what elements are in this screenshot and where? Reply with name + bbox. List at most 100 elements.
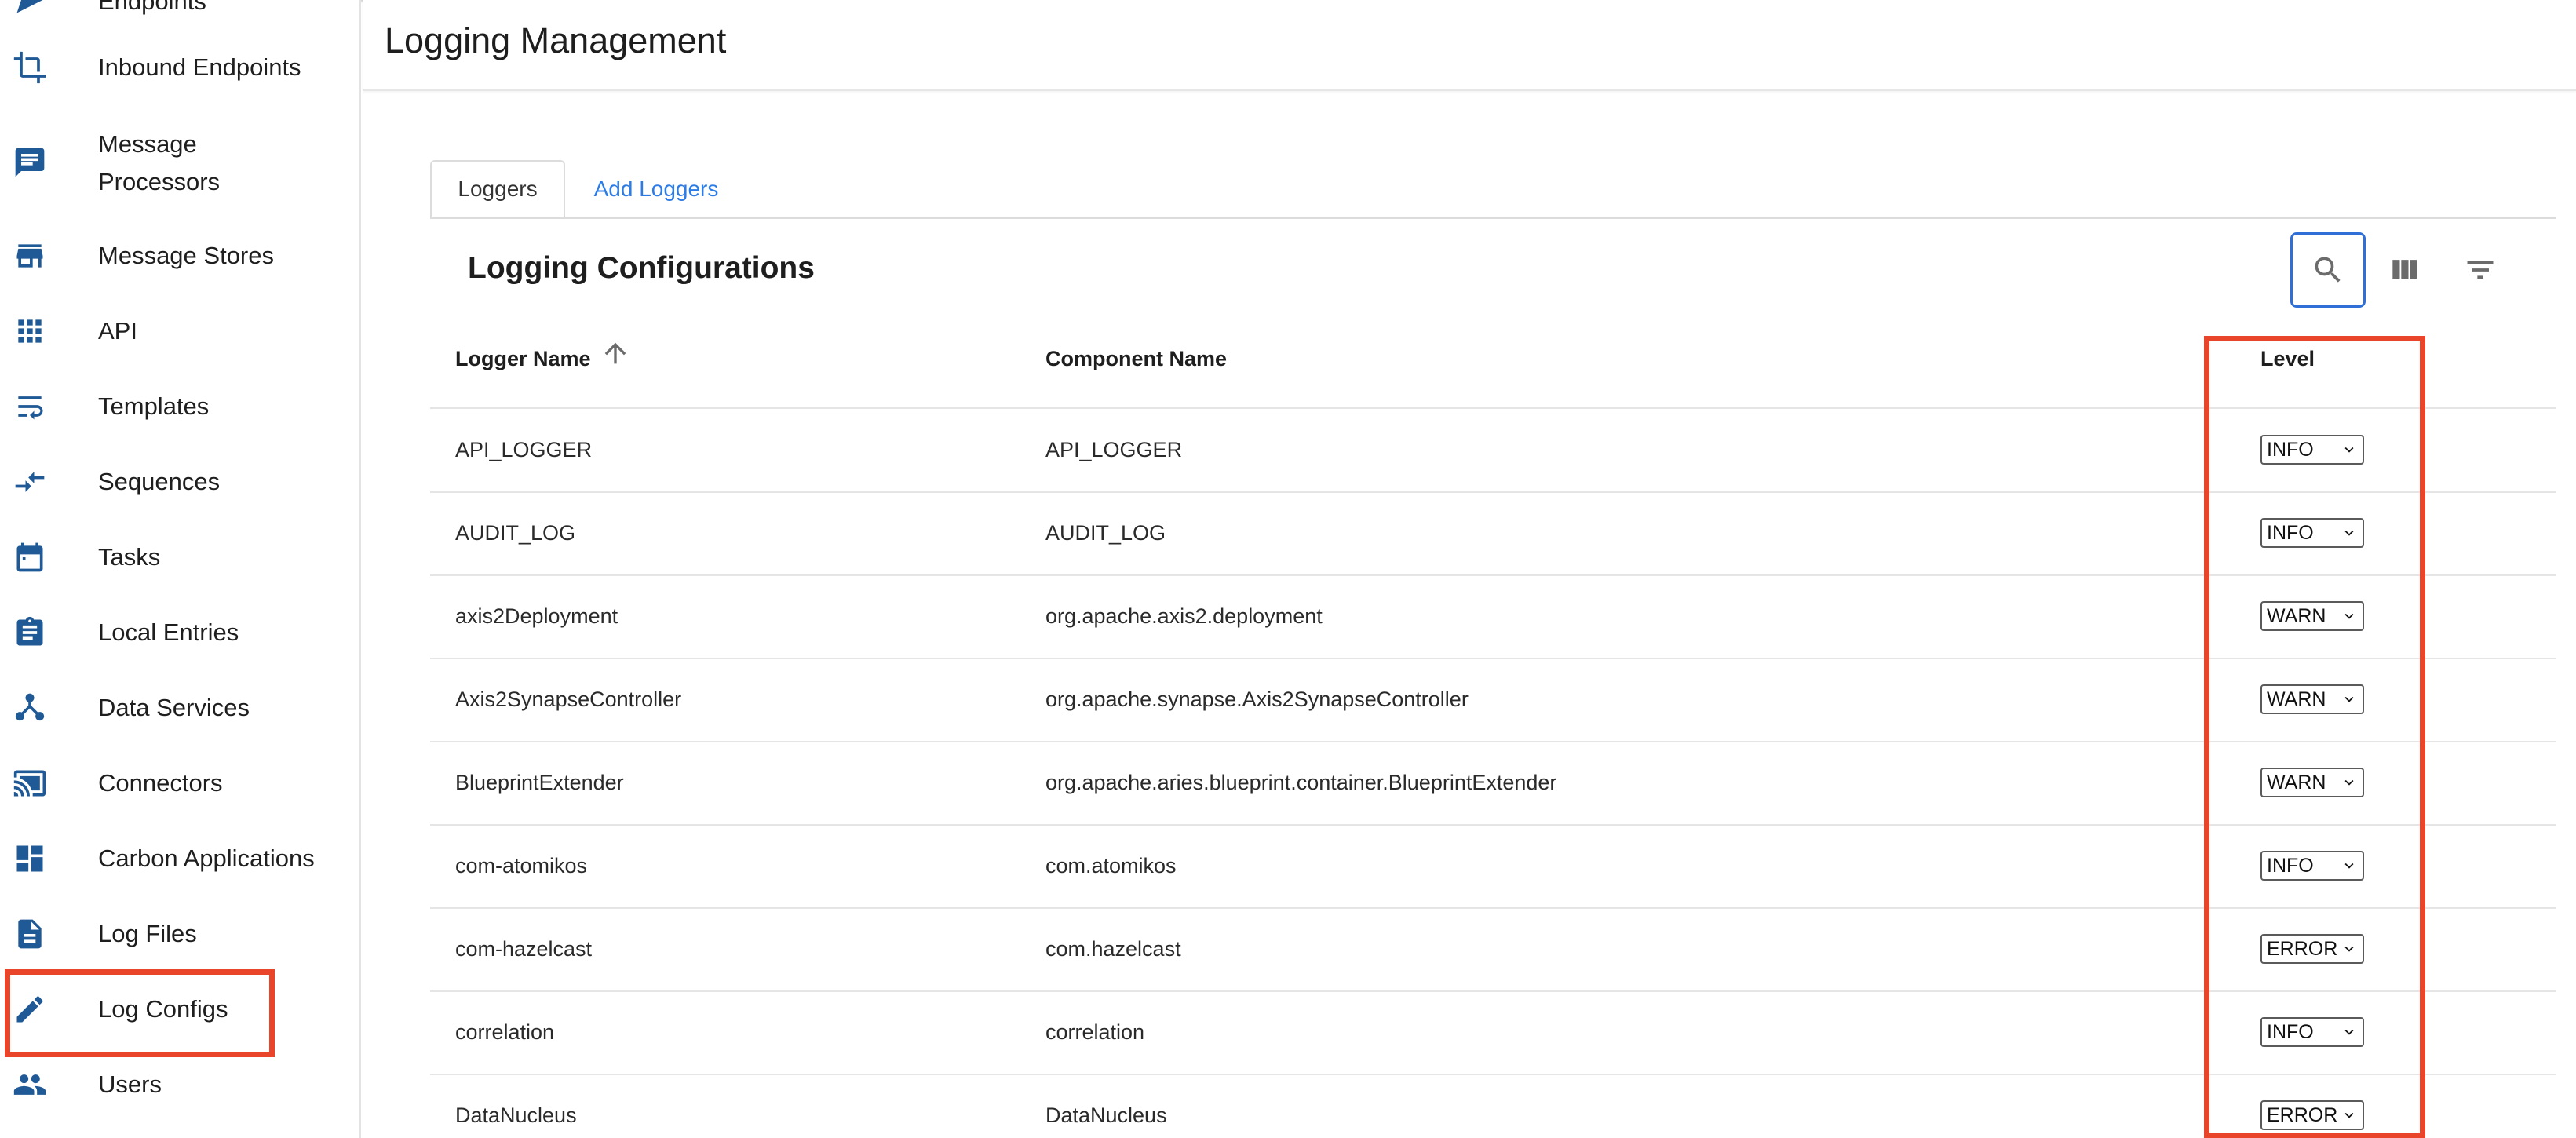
row-divider (430, 658, 2556, 659)
cell-logger-name: axis2Deployment (455, 604, 618, 628)
chevron-down-icon (2341, 774, 2358, 791)
sort-ascending-icon[interactable] (600, 336, 631, 370)
clipboard-icon (13, 615, 47, 650)
chevron-down-icon (2341, 857, 2358, 874)
cell-component-name: AUDIT_LOG (1045, 521, 1166, 545)
sidebar-item-label: Inbound Endpoints (98, 53, 301, 81)
level-select[interactable]: INFO (2260, 851, 2364, 881)
chevron-down-icon (2341, 1107, 2358, 1124)
sidebar-item-label: Sequences (98, 468, 221, 495)
hub-icon (13, 691, 47, 725)
section-title: Logging Configurations (468, 251, 815, 285)
sidebar-item-data-services[interactable]: Data Services (0, 689, 359, 727)
row-divider (430, 491, 2556, 493)
sidebar-item-local-entries[interactable]: Local Entries (0, 614, 359, 651)
level-value: INFO (2267, 854, 2314, 877)
level-select[interactable]: INFO (2260, 518, 2364, 548)
row-divider (430, 1074, 2556, 1075)
sidebar-item-label: Templates (98, 392, 210, 420)
cast-icon (13, 766, 47, 801)
level-value: ERROR (2267, 1103, 2338, 1126)
level-value: INFO (2267, 521, 2314, 544)
chevron-down-icon (2341, 607, 2358, 625)
level-value: WARN (2267, 771, 2326, 793)
sidebar-item-label: Carbon Applications (98, 844, 315, 872)
calendar-icon (13, 540, 47, 574)
tab-add-loggers[interactable]: Add Loggers (578, 160, 735, 218)
level-value: WARN (2267, 604, 2326, 627)
chevron-down-icon (2341, 524, 2358, 542)
chevron-down-icon (2341, 691, 2358, 708)
level-value: INFO (2267, 438, 2314, 461)
level-select[interactable]: ERROR (2260, 934, 2364, 964)
sidebar-item-label: Local Entries (98, 618, 239, 646)
sidebar-item-label: Log Files (98, 920, 197, 947)
sidebar-item-api[interactable]: API (0, 312, 359, 350)
sidebar-item-message-stores[interactable]: Message Stores (0, 237, 359, 275)
dashboard-icon (13, 841, 47, 876)
crop-icon (13, 50, 47, 85)
cell-component-name: API_LOGGER (1045, 438, 1183, 461)
document-icon (13, 917, 47, 951)
cell-component-name: com.atomikos (1045, 854, 1177, 877)
sidebar-item-endpoints[interactable]: Endpoints (0, 0, 359, 20)
cell-logger-name: com-atomikos (455, 854, 588, 877)
chevron-down-icon (2341, 441, 2358, 458)
cell-component-name: DataNucleus (1045, 1103, 1167, 1127)
sidebar-item-message-processors[interactable]: Message Processors (0, 126, 359, 201)
cell-logger-name: AUDIT_LOG (455, 521, 576, 545)
tab-loggers[interactable]: Loggers (430, 160, 565, 218)
cell-logger-name: DataNucleus (455, 1103, 577, 1127)
level-value: WARN (2267, 688, 2326, 710)
row-divider (430, 824, 2556, 826)
level-select[interactable]: INFO (2260, 1017, 2364, 1047)
pencil-icon (13, 992, 47, 1027)
search-button[interactable] (2290, 232, 2366, 308)
row-divider (430, 574, 2556, 576)
wrap-text-icon (13, 389, 47, 424)
cell-component-name: correlation (1045, 1020, 1145, 1044)
view-columns-button[interactable] (2366, 232, 2442, 308)
level-select[interactable]: INFO (2260, 435, 2364, 465)
sidebar-item-carbon-applications[interactable]: Carbon Applications (0, 840, 359, 877)
message-icon (13, 145, 47, 180)
sidebar-item-label: API (98, 317, 137, 345)
cell-logger-name: API_LOGGER (455, 438, 593, 461)
chevron-down-icon (2341, 1023, 2358, 1041)
sidebar-item-label: Tasks (98, 543, 161, 571)
cell-component-name: org.apache.synapse.Axis2SynapseControlle… (1045, 688, 1469, 711)
send-icon (13, 0, 47, 17)
filter-button[interactable] (2443, 232, 2518, 308)
level-select[interactable]: ERROR (2260, 1100, 2364, 1130)
sidebar-item-label: Message Processors (98, 130, 221, 195)
sidebar-item-users[interactable]: Users (0, 1066, 359, 1103)
view-columns-icon (2392, 260, 2417, 279)
column-header-component-name: Component Name (1045, 347, 1228, 370)
store-icon (13, 239, 47, 273)
sidebar-item-log-configs[interactable]: Log Configs (0, 990, 359, 1028)
level-select[interactable]: WARN (2260, 684, 2364, 714)
level-select[interactable]: WARN (2260, 768, 2364, 797)
filter-icon (2467, 261, 2494, 279)
sidebar-item-connectors[interactable]: Connectors (0, 764, 359, 802)
column-header-logger-name[interactable]: Logger Name (455, 347, 591, 371)
tabs-divider (430, 217, 2556, 219)
people-icon (13, 1067, 47, 1102)
chevron-down-icon (2341, 940, 2358, 957)
sidebar-item-templates[interactable]: Templates (0, 388, 359, 425)
level-select[interactable]: WARN (2260, 601, 2364, 631)
apps-grid-icon (13, 314, 47, 348)
sidebar-item-inbound-endpoints[interactable]: Inbound Endpoints (0, 49, 359, 86)
sidebar-item-label: Message Stores (98, 242, 274, 269)
sidebar-item-tasks[interactable]: Tasks (0, 538, 359, 576)
compare-arrows-icon (13, 465, 47, 499)
sidebar-item-label: Data Services (98, 694, 250, 721)
cell-logger-name: BlueprintExtender (455, 771, 624, 794)
row-divider (430, 741, 2556, 742)
sidebar-item-log-files[interactable]: Log Files (0, 915, 359, 953)
page-title: Logging Management (385, 20, 727, 60)
cell-logger-name: Axis2SynapseController (455, 688, 682, 711)
sidebar-item-sequences[interactable]: Sequences (0, 463, 359, 501)
row-divider (430, 990, 2556, 992)
sidebar-item-label: Endpoints (98, 0, 206, 15)
